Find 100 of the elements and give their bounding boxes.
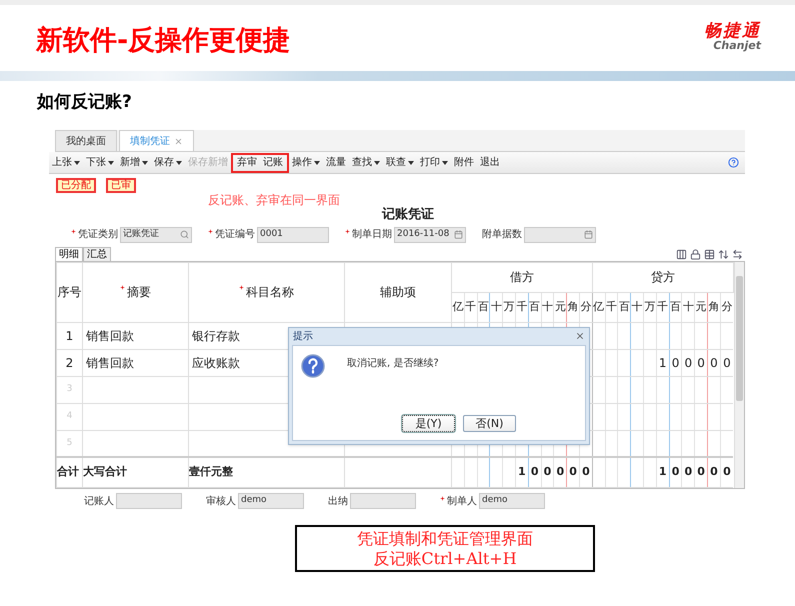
amount-digit: 0 (682, 457, 695, 487)
status-badge: 已分配 (56, 178, 96, 193)
toolbar-button[interactable]: 流量 (323, 155, 349, 170)
toolbar-button[interactable]: 查找 (349, 155, 383, 170)
unit-header: 十 (630, 292, 644, 322)
amount-digit: 0 (528, 457, 542, 487)
amount-digit: 0 (541, 457, 554, 487)
unit-header: 百 (669, 292, 682, 322)
input-field[interactable] (524, 226, 596, 242)
caret-icon (176, 160, 182, 164)
column-header: 辅助项 (344, 262, 452, 322)
scrollbar[interactable] (734, 262, 744, 488)
required-icon (120, 285, 125, 290)
caret-icon (374, 160, 380, 164)
help-icon[interactable] (728, 157, 739, 168)
unit-header: 元 (694, 292, 708, 322)
unit-header: 千 (515, 292, 528, 322)
status-badge: 已审 (106, 178, 136, 193)
input-field[interactable]: 0001 (257, 226, 329, 242)
toolbar-button[interactable]: 附件 (451, 155, 477, 170)
required-icon (440, 496, 445, 500)
input-field[interactable] (116, 493, 182, 509)
field-label: 出纳 (328, 494, 348, 508)
unit-header: 亿 (452, 292, 464, 322)
unit-header: 亿 (592, 292, 606, 322)
close-icon[interactable] (174, 136, 183, 146)
table-cell: 销售回款 (82, 349, 188, 376)
amount-digit: 0 (682, 349, 695, 376)
note-line: 凭证填制和凭证管理界面 (357, 528, 533, 548)
column-header: 序号 (56, 262, 82, 322)
search-icon (180, 230, 189, 239)
close-icon[interactable] (575, 331, 585, 341)
dialog-message: 取消记账, 是否继续? (347, 356, 439, 370)
logo-english: Chanjet (713, 40, 761, 51)
field-label: 制单日期 (345, 227, 392, 242)
columns-icon[interactable] (676, 248, 687, 260)
detail-tab[interactable]: 明细 (55, 246, 83, 260)
toolbar-button[interactable]: 新增 (117, 155, 151, 170)
field-label: 凭证编号 (208, 227, 255, 242)
note-line: 反记账Ctrl+Alt+H (373, 548, 517, 568)
slide-title: 新软件-反操作更便捷 (36, 27, 290, 54)
toolbar-button[interactable]: 下张 (83, 155, 117, 170)
toolbar-button[interactable]: 操作 (289, 155, 323, 170)
dialog-title: 提示 (293, 330, 313, 344)
toolbar-button[interactable]: 上张 (49, 155, 83, 170)
column-header: 摘要 (82, 262, 188, 322)
tab[interactable]: 填制凭证 (119, 130, 194, 151)
column-header: 科目名称 (188, 262, 344, 322)
calendar-icon (454, 230, 463, 239)
amount-digit: 0 (669, 349, 682, 376)
required-icon (345, 229, 350, 234)
input-field[interactable] (350, 493, 416, 509)
column-header: 借方 (452, 262, 592, 292)
unit-header: 十 (541, 292, 554, 322)
tab[interactable]: 我的桌面 (55, 130, 117, 151)
required-icon (239, 285, 244, 290)
unit-header: 百 (528, 292, 542, 322)
caret-icon (74, 160, 80, 164)
caret-icon (314, 160, 320, 164)
table-cell: 销售回款 (82, 322, 188, 349)
dialog-button[interactable]: 否(N) (463, 414, 516, 432)
required-icon (208, 229, 213, 234)
unit-header: 万 (644, 292, 656, 322)
field-label: 凭证类别 (71, 227, 118, 242)
unit-header: 十 (682, 292, 695, 322)
amount-digit: 0 (694, 457, 708, 487)
input-field[interactable]: demo (238, 493, 304, 509)
unit-header: 百 (477, 292, 490, 322)
amount-digit: 0 (694, 349, 708, 376)
dialog-button[interactable]: 是(Y) (402, 414, 455, 432)
caret-icon (108, 160, 114, 164)
table-icon[interactable] (704, 248, 715, 260)
toolbar-button[interactable]: 打印 (417, 155, 451, 170)
amount-digit: 1 (656, 457, 670, 487)
sort-icon[interactable] (718, 248, 729, 260)
amount-digit: 0 (708, 457, 720, 487)
toolbar-button[interactable]: 保存 (151, 155, 185, 170)
detail-tab[interactable]: 汇总 (83, 246, 111, 260)
unit-header: 元 (554, 292, 567, 322)
input-field[interactable]: 2016-11-08 (394, 226, 466, 242)
input-field[interactable]: demo (479, 493, 545, 509)
unit-header: 百 (618, 292, 631, 322)
unit-header: 分 (579, 292, 592, 322)
lock-icon[interactable] (690, 248, 701, 260)
field-label: 制单人 (440, 494, 477, 508)
amount-digit: 1 (515, 457, 528, 487)
toolbar-button[interactable]: 退出 (477, 155, 503, 170)
input-field[interactable]: 记账凭证 (120, 226, 192, 242)
toolbar-button[interactable]: 联查 (383, 155, 417, 170)
field-label: 记账人 (84, 494, 114, 508)
subtitle: 如何反记账? (37, 94, 133, 111)
amount-digit: 0 (720, 457, 734, 487)
unit-header: 角 (708, 292, 720, 322)
toolbar-button[interactable]: 弃审 (231, 152, 260, 172)
swap-icon[interactable] (732, 248, 743, 260)
toolbar-button[interactable]: 记账 (260, 152, 289, 172)
calendar-icon (584, 230, 593, 239)
voucher-title: 记账凭证 (382, 206, 434, 224)
amount-digit: 1 (656, 349, 670, 376)
row-number: 1 (56, 322, 82, 349)
